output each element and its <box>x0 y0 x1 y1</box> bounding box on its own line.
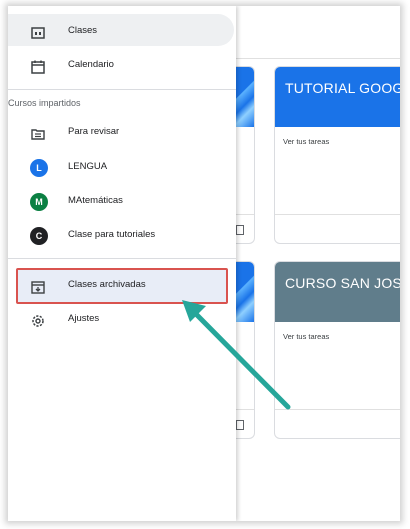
card-tasks-link[interactable]: Ver tus tareas <box>283 332 329 341</box>
card-banner <box>275 67 400 127</box>
course-avatar: M <box>30 193 48 211</box>
nav-item-label: Ajustes <box>68 313 100 324</box>
screenshot-frame: TUTORIAL GOOGLE Ver tus tareas CURSO SAN… <box>8 6 400 521</box>
nav-item-label: Calendario <box>68 59 114 70</box>
archive-icon <box>31 281 45 294</box>
nav-item-tutorial-class[interactable]: C Clase para tutoriales <box>8 222 234 250</box>
nav-item-to-review[interactable]: Para revisar <box>8 119 234 147</box>
nav-item-calendar[interactable]: Calendario <box>8 52 234 80</box>
class-card-curso[interactable]: CURSO SAN JOSÉ Ver tus tareas <box>274 261 400 439</box>
nav-item-label: MAtemáticas <box>68 195 123 206</box>
nav-item-label: Clase para tutoriales <box>68 229 156 240</box>
nav-item-label: Para revisar <box>68 126 120 137</box>
drawer-divider <box>8 89 236 90</box>
nav-item-matematicas[interactable]: M MAtemáticas <box>8 188 234 216</box>
review-icon <box>31 129 45 140</box>
course-avatar: L <box>30 159 48 177</box>
card-footer-divider <box>275 409 400 410</box>
nav-item-settings[interactable]: Ajustes <box>8 306 234 334</box>
folder-icon <box>236 420 244 430</box>
card-title[interactable]: TUTORIAL GOOGLE <box>285 80 400 96</box>
classes-icon <box>31 27 45 39</box>
folder-icon <box>236 225 244 235</box>
nav-item-classes[interactable]: Clases <box>8 18 234 46</box>
nav-item-label: Clases archivadas <box>68 279 146 290</box>
nav-item-label: Clases <box>68 25 98 36</box>
card-banner <box>275 262 400 322</box>
navigation-drawer: Clases Calendario Cursos impartidos Para… <box>8 6 236 521</box>
nav-item-label: LENGUA <box>68 161 108 172</box>
calendar-icon <box>31 60 45 74</box>
card-title[interactable]: CURSO SAN JOSÉ <box>285 275 400 291</box>
nav-item-archived-classes[interactable]: Clases archivadas <box>8 272 234 300</box>
drawer-divider <box>8 258 236 259</box>
course-avatar: C <box>30 227 48 245</box>
gear-icon <box>32 315 44 327</box>
card-footer-divider <box>275 214 400 215</box>
section-title: Cursos impartidos <box>8 98 81 108</box>
card-tasks-link[interactable]: Ver tus tareas <box>283 137 329 146</box>
nav-item-lengua[interactable]: L LENGUA <box>8 154 234 182</box>
class-card-tutorial[interactable]: TUTORIAL GOOGLE Ver tus tareas <box>274 66 400 244</box>
